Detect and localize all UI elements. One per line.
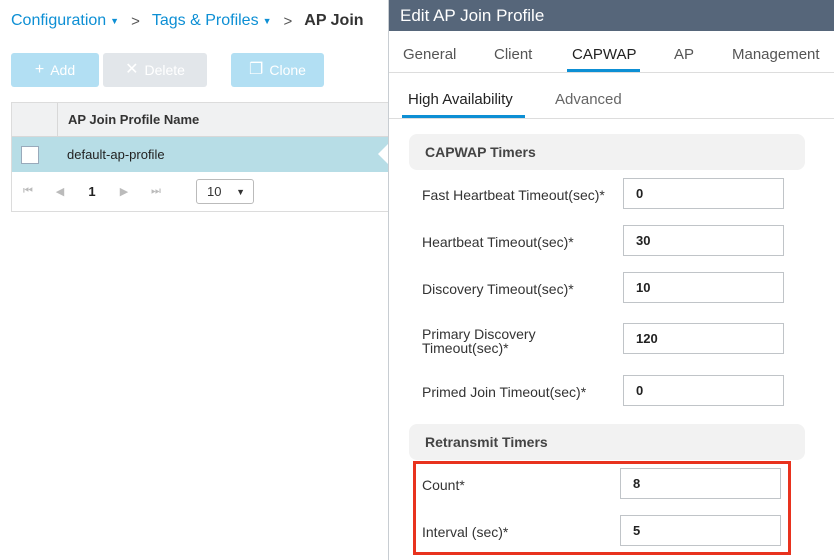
discovery-label: Discovery Timeout(sec)* [422,281,574,297]
breadcrumb-current: AP Join [304,12,364,29]
page-size-value: 10 [207,184,222,199]
fast-heartbeat-label: Fast Heartbeat Timeout(sec)* [422,187,605,203]
current-page[interactable]: 1 [76,184,108,199]
delete-button-label: Delete [144,62,185,78]
active-tab-indicator [567,69,640,72]
breadcrumb-tags-profiles[interactable]: Tags & Profiles ▼ [152,12,272,30]
breadcrumb-configuration-label: Configuration [11,12,107,29]
active-subtab-indicator [402,115,525,118]
tab-management[interactable]: Management [732,46,820,63]
primed-join-field[interactable]: 0 [623,375,784,406]
ap-join-profile-table: AP Join Profile Name default-ap-profile … [11,102,389,212]
add-button-label: Add [50,62,76,78]
first-page-icon[interactable]: ⏮ [12,185,44,198]
caret-down-icon: ▼ [236,186,245,197]
tab-capwap[interactable]: CAPWAP [572,46,636,63]
primary-discovery-label-line2: Timeout(sec)* [422,340,509,356]
breadcrumb-tags-profiles-label: Tags & Profiles [151,12,259,29]
pagination: ⏮ ◀ 1 ▶ ⏭ 10 ▼ [12,172,388,211]
panel-title: Edit AP Join Profile [389,0,834,31]
primed-join-label: Primed Join Timeout(sec)* [422,384,587,400]
primary-discovery-field[interactable]: 120 [623,323,784,354]
tab-client[interactable]: Client [494,46,532,63]
caret-down-icon: ▼ [262,16,272,26]
tab-ap[interactable]: AP [674,46,694,63]
discovery-field[interactable]: 10 [623,272,784,303]
capwap-timers-heading: CAPWAP Timers [409,134,805,170]
table-header: AP Join Profile Name [12,103,388,137]
row-checkbox[interactable] [21,145,39,164]
last-page-icon[interactable]: ⏭ [140,185,172,198]
next-page-icon[interactable]: ▶ [108,185,140,198]
delete-button[interactable]: ✕ Delete [103,53,207,87]
retransmit-timers-heading: Retransmit Timers [409,424,805,460]
clone-button-label: Clone [269,62,306,78]
close-icon: ✕ [125,61,139,78]
copy-icon: ❐ [249,61,264,78]
select-column-header [12,103,58,136]
caret-down-icon: ▼ [110,16,120,26]
breadcrumb-configuration[interactable]: Configuration ▼ [11,12,119,30]
toolbar: + Add ✕ Delete ❐ Clone [11,53,324,87]
breadcrumb: Configuration ▼ > Tags & Profiles ▼ > AP… [11,9,364,33]
subtab-high-availability[interactable]: High Availability [408,91,513,108]
ap-join-list-pane: Configuration ▼ > Tags & Profiles ▼ > AP… [0,0,389,560]
page-size-select[interactable]: 10 ▼ [196,179,254,204]
sub-tabs: High Availability Advanced [389,73,834,119]
main-tabs: General Client CAPWAP AP Management [389,31,834,73]
table-row[interactable]: default-ap-profile [12,137,389,172]
primary-discovery-label: Primary Discovery [422,326,536,342]
column-header-profile-name[interactable]: AP Join Profile Name [58,112,199,127]
fast-heartbeat-field[interactable]: 0 [623,178,784,209]
add-button[interactable]: + Add [11,53,99,87]
subtab-advanced[interactable]: Advanced [555,91,622,108]
heartbeat-field[interactable]: 30 [623,225,784,256]
heartbeat-label: Heartbeat Timeout(sec)* [422,234,574,250]
breadcrumb-separator: > [131,12,140,30]
profile-name-cell: default-ap-profile [67,147,165,162]
plus-icon: + [34,61,45,78]
prev-page-icon[interactable]: ◀ [44,185,76,198]
tab-general[interactable]: General [403,46,456,63]
breadcrumb-separator: > [283,12,293,30]
clone-button[interactable]: ❐ Clone [231,53,324,87]
highlight-box [413,461,791,555]
